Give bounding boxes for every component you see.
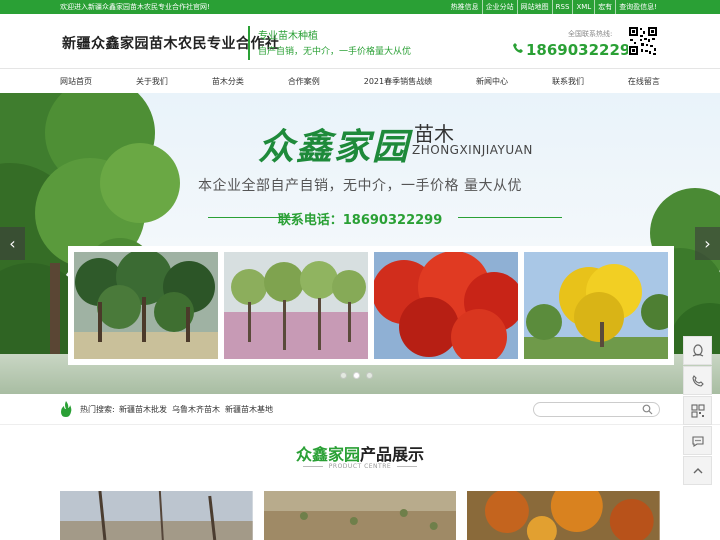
product-card-1[interactable]	[60, 491, 253, 540]
hot-link-urumqi[interactable]: 乌鲁木齐苗木	[172, 404, 220, 415]
banner-prev-button[interactable]: ‹	[0, 227, 25, 260]
product-section-title: 众鑫家园产品展示	[0, 441, 720, 465]
nav-item-contact[interactable]: 联系我们	[552, 76, 584, 87]
site-header: 新疆众鑫家园苗木农民专业合作社 专业苗木种植 自产自销，无中介，一手价格量大从优…	[0, 14, 720, 68]
search-icon[interactable]	[642, 404, 653, 415]
top-link-query[interactable]: 查询盈信息!	[615, 0, 660, 14]
product-title-green: 众鑫家园	[295, 445, 360, 464]
top-link-sitemap[interactable]: 网站地图	[516, 0, 552, 14]
nav-item-cases[interactable]: 合作案例	[288, 76, 320, 87]
back-to-top-icon	[693, 467, 702, 473]
banner-next-button[interactable]: ›	[695, 227, 720, 260]
hot-search-links: 新疆苗木批发 乌鲁木齐苗木 新疆苗木基地	[119, 404, 273, 415]
back-to-top-button[interactable]	[683, 456, 712, 485]
search-input[interactable]	[533, 402, 660, 417]
hero-banner: 众鑫家园 苗木 ZHONGXINJIAYUAN 本企业全部自产自销，无中介，一手…	[0, 93, 720, 394]
hot-search-bar: 热门搜索: 新疆苗木批发 乌鲁木齐苗木 新疆苗木基地	[0, 394, 720, 425]
qq-icon	[692, 343, 703, 357]
header-divider	[248, 26, 250, 60]
site-title[interactable]: 新疆众鑫家园苗木农民专业合作社	[62, 33, 280, 53]
top-link-xml[interactable]: XML	[572, 0, 594, 14]
top-link-hot-info[interactable]: 热推信息	[448, 0, 482, 14]
fire-icon	[61, 401, 72, 417]
qq-button[interactable]	[683, 336, 712, 365]
top-link-substations[interactable]: 企业分站	[481, 0, 517, 14]
hot-link-base[interactable]: 新疆苗木基地	[225, 404, 273, 415]
product-section-subtitle: PRODUCT CENTRE	[0, 463, 720, 470]
banner-brand-pinyin: ZHONGXINJIAYUAN	[412, 143, 533, 157]
product-card-2[interactable]	[263, 491, 457, 540]
banner-dot-2[interactable]	[353, 372, 360, 379]
hotline-label: 全国联系热线:	[568, 30, 613, 38]
phone-icon	[691, 374, 704, 387]
hot-link-wholesale[interactable]: 新疆苗木批发	[119, 404, 167, 415]
top-links: 热推信息 企业分站 网站地图 RSS XML 宏有 查询盈信息!	[448, 0, 660, 14]
banner-dot-3[interactable]	[366, 372, 373, 379]
nav-item-categories[interactable]: 苗木分类	[212, 76, 244, 87]
hotline-number: 18690322299	[526, 41, 641, 59]
banner-brand: 众鑫家园	[258, 126, 411, 168]
banner-tagline: 本企业全部自产自销，无中介，一手价格 量大从优	[198, 178, 522, 194]
slogan-sub: 自产自销，无中介，一手价格量大从优	[258, 47, 412, 57]
chevron-left-icon: ‹	[9, 234, 16, 253]
chevron-right-icon: ›	[704, 234, 711, 253]
product-card-3[interactable]	[467, 491, 661, 540]
chat-button[interactable]	[683, 426, 712, 455]
photo-pine-trees	[74, 252, 218, 359]
slogan-main: 专业苗木种植	[258, 31, 318, 42]
qrcode-button[interactable]	[683, 396, 712, 425]
nav-item-news[interactable]: 新闻中心	[476, 76, 508, 87]
photo-red-sumac	[374, 252, 518, 359]
photo-yellow-tree	[524, 252, 668, 359]
banner-dot-1[interactable]	[340, 372, 347, 379]
phone-button[interactable]	[683, 366, 712, 395]
phone-icon	[513, 43, 523, 53]
product-grid	[60, 491, 661, 540]
banner-phone: 联系电话：18690322299	[277, 213, 443, 228]
top-bar: 欢迎进入新疆众鑫家园苗木农民专业合作社官网! 热推信息 企业分站 网站地图 RS…	[0, 0, 720, 14]
photo-weeping-trees	[224, 252, 368, 359]
floating-toolbar	[683, 336, 712, 486]
chat-icon	[691, 435, 704, 447]
banner-photo-strip	[68, 246, 674, 365]
nav-item-home[interactable]: 网站首页	[60, 76, 92, 87]
welcome-text: 欢迎进入新疆众鑫家园苗木农民专业合作社官网!	[60, 3, 210, 11]
hot-search-label: 热门搜索:	[80, 405, 115, 414]
top-link-hongyou[interactable]: 宏有	[594, 0, 615, 14]
qrcode-icon	[690, 403, 705, 418]
main-nav: 网站首页 关于我们 苗木分类 合作案例 2021春季销售战绩 新闻中心 联系我们…	[0, 68, 720, 93]
nav-item-about[interactable]: 关于我们	[136, 76, 168, 87]
nav-item-message[interactable]: 在线留言	[628, 76, 660, 87]
nav-item-sales-2021[interactable]: 2021春季销售战绩	[364, 76, 432, 87]
top-link-rss[interactable]: RSS	[551, 0, 573, 14]
banner-pagination	[340, 372, 373, 379]
product-title-rest: 产品展示	[360, 445, 425, 464]
qrcode-icon	[628, 26, 658, 56]
